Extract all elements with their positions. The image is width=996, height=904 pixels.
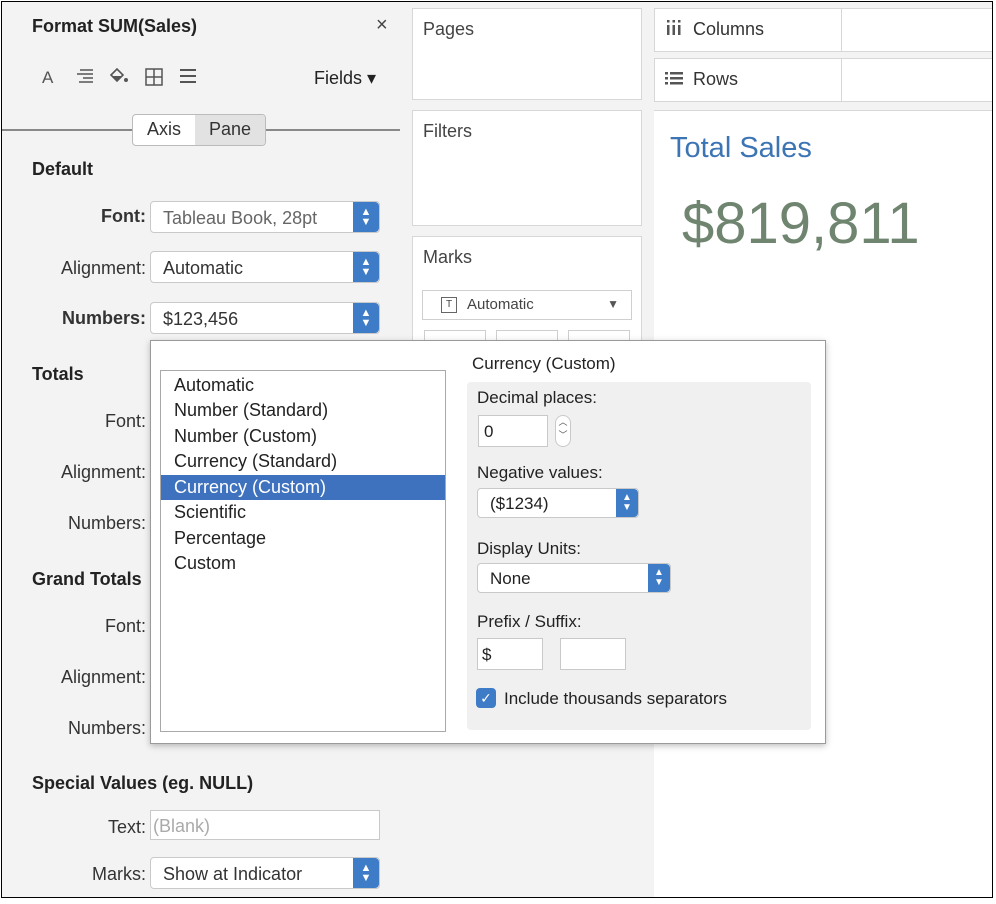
- special-marks-value: Show at Indicator: [163, 864, 303, 884]
- list-item-currency-standard[interactable]: Currency (Standard): [161, 449, 445, 474]
- special-values-heading: Special Values (eg. NULL): [32, 773, 254, 793]
- shelf-divider: [841, 9, 842, 51]
- lines-icon[interactable]: [179, 68, 197, 89]
- default-font-select[interactable]: Tableau Book, 28pt ▲ ▼: [150, 201, 380, 233]
- chevron-updown-icon: ▲ ▼: [353, 858, 379, 888]
- chevron-updown-icon: ▲ ▼: [353, 303, 379, 333]
- totals-font-label: Font:: [104, 411, 146, 431]
- totals-alignment-label: Alignment:: [60, 462, 146, 482]
- negative-values-label: Negative values:: [477, 463, 603, 482]
- text-mark-icon: T: [441, 297, 457, 313]
- columns-icon: [665, 20, 683, 41]
- marks-title: Marks: [423, 247, 472, 267]
- display-units-value: None: [490, 569, 531, 588]
- rows-label: Rows: [693, 69, 739, 89]
- tab-bar: Axis Pane: [132, 114, 267, 146]
- prefix-suffix-label: Prefix / Suffix:: [477, 612, 582, 631]
- list-item-percentage[interactable]: Percentage: [161, 526, 445, 551]
- list-item-custom[interactable]: Custom: [161, 551, 445, 576]
- close-icon[interactable]: ×: [376, 14, 388, 37]
- decimal-places-stepper[interactable]: ︿ ﹀: [555, 415, 571, 447]
- chevron-updown-icon: ▲ ▼: [353, 202, 379, 232]
- view-title: Total Sales: [670, 132, 812, 164]
- list-item-scientific[interactable]: Scientific: [161, 500, 445, 525]
- grand-totals-heading: Grand Totals: [32, 569, 142, 589]
- number-format-list[interactable]: Automatic Number (Standard) Number (Cust…: [160, 370, 446, 732]
- prefix-input[interactable]: $: [477, 638, 543, 670]
- mark-type-dropdown[interactable]: T Automatic ▼: [422, 290, 632, 320]
- grand-totals-numbers-label: Numbers:: [67, 718, 146, 738]
- list-item-currency-custom[interactable]: Currency (Custom): [161, 475, 445, 500]
- decimal-places-value: 0: [484, 422, 494, 441]
- caret-down-icon: ▼: [607, 297, 619, 311]
- special-marks-select[interactable]: Show at Indicator ▲ ▼: [150, 857, 380, 889]
- prefix-value: $: [482, 645, 492, 664]
- align-icon[interactable]: [76, 68, 94, 89]
- negative-values-value: ($1234): [490, 494, 549, 513]
- decimal-places-input[interactable]: 0: [478, 415, 548, 447]
- decimal-places-label: Decimal places:: [477, 388, 597, 407]
- mark-property-button[interactable]: [424, 330, 486, 340]
- default-font-value: Tableau Book, 28pt: [163, 208, 318, 228]
- chevron-updown-icon: ▲ ▼: [648, 564, 670, 592]
- default-numbers-label: Numbers:: [61, 308, 146, 328]
- negative-values-select[interactable]: ($1234) ▲ ▼: [477, 488, 639, 518]
- chevron-updown-icon: ▲ ▼: [616, 489, 638, 517]
- tab-pane[interactable]: Pane: [195, 115, 266, 145]
- default-alignment-label: Alignment:: [60, 258, 146, 278]
- suffix-input[interactable]: [560, 638, 626, 670]
- special-text-input[interactable]: (Blank): [150, 810, 380, 840]
- thousands-separator-label: Include thousands separators: [504, 689, 728, 708]
- fields-dropdown[interactable]: Fields ▾: [314, 68, 376, 89]
- list-item-number-custom[interactable]: Number (Custom): [161, 424, 445, 449]
- display-units-select[interactable]: None ▲ ▼: [477, 563, 671, 593]
- default-font-label: Font:: [101, 206, 146, 226]
- tableau-window: Format SUM(Sales) × A Fields ▾ Axis Pane…: [1, 1, 993, 898]
- totals-heading: Totals: [32, 364, 84, 384]
- display-units-label: Display Units:: [477, 539, 581, 558]
- default-numbers-value: $123,456: [163, 309, 239, 329]
- special-marks-label: Marks:: [92, 864, 146, 884]
- rows-icon: [665, 70, 683, 91]
- pages-shelf[interactable]: Pages: [412, 8, 642, 100]
- default-alignment-value: Automatic: [163, 258, 244, 278]
- rows-shelf[interactable]: Rows: [654, 58, 992, 102]
- format-pane-title: Format SUM(Sales): [32, 16, 198, 36]
- thousands-separator-checkbox[interactable]: ✓: [476, 688, 496, 708]
- mark-property-button[interactable]: [496, 330, 558, 340]
- borders-icon[interactable]: [145, 68, 163, 91]
- default-heading: Default: [32, 159, 94, 179]
- default-numbers-select[interactable]: $123,456 ▲ ▼: [150, 302, 380, 334]
- default-alignment-select[interactable]: Automatic ▲ ▼: [150, 251, 380, 283]
- totals-numbers-label: Numbers:: [67, 513, 146, 533]
- tab-axis[interactable]: Axis: [133, 115, 195, 145]
- list-item-number-standard[interactable]: Number (Standard): [161, 398, 445, 423]
- filters-title: Filters: [423, 121, 472, 141]
- pages-title: Pages: [423, 19, 475, 39]
- shading-icon[interactable]: [108, 66, 130, 91]
- chevron-updown-icon: ▲ ▼: [353, 252, 379, 282]
- shelf-divider: [841, 59, 842, 101]
- font-icon[interactable]: A: [42, 68, 53, 88]
- grand-totals-alignment-label: Alignment:: [60, 667, 146, 687]
- list-item-automatic[interactable]: Automatic: [161, 373, 445, 398]
- special-text-placeholder: (Blank): [153, 816, 211, 836]
- grand-totals-font-label: Font:: [104, 616, 146, 636]
- special-text-label: Text:: [107, 817, 146, 837]
- columns-label: Columns: [693, 19, 765, 39]
- detail-title: Currency (Custom): [472, 354, 616, 373]
- mark-type-value: Automatic: [467, 296, 534, 313]
- total-sales-value: $819,811: [682, 191, 920, 256]
- filters-shelf[interactable]: Filters: [412, 110, 642, 226]
- columns-shelf[interactable]: Columns: [654, 8, 992, 52]
- mark-property-button[interactable]: [568, 330, 630, 340]
